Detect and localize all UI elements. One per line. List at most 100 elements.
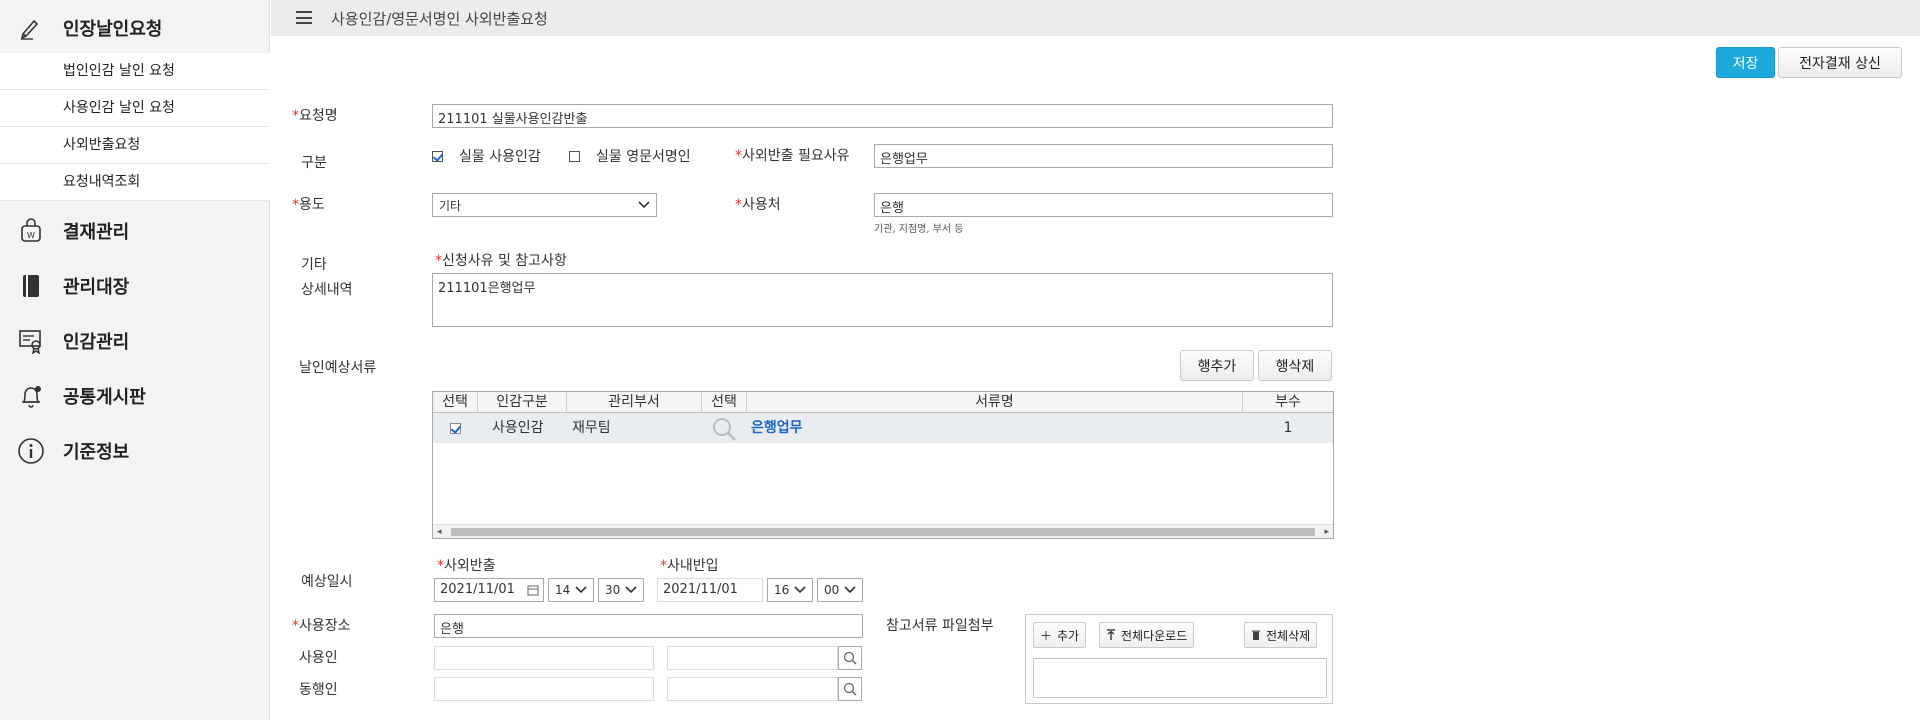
- delete-row-button[interactable]: 행삭제: [1258, 350, 1332, 381]
- purpose-select-value: 기타: [439, 198, 462, 213]
- search-icon[interactable]: [711, 416, 737, 441]
- plus-icon: ＋: [1040, 628, 1053, 643]
- info-icon: [16, 436, 46, 466]
- export-reason-label: *사외반출 필요사유: [735, 148, 850, 164]
- col-header-select[interactable]: 선택: [433, 392, 478, 413]
- reason-detail-label: *신청사유 및 참고사항: [435, 253, 567, 269]
- calendar-icon[interactable]: [527, 584, 539, 596]
- col-header-select2[interactable]: 선택: [702, 392, 747, 413]
- attach-download-all-button[interactable]: 전체다운로드: [1099, 622, 1195, 648]
- sidebar-item-export-request[interactable]: 사외반출요청: [0, 127, 270, 164]
- user-input[interactable]: [434, 646, 654, 670]
- sidebar-group-label: 인장날인요청: [63, 18, 163, 40]
- export-time-label: *사외반출: [437, 558, 496, 574]
- sidebar-group-board[interactable]: 공통게시판: [0, 368, 270, 423]
- sidebar-item-usage-seal[interactable]: 사용인감 날인 요청: [0, 90, 270, 127]
- menu-icon[interactable]: [296, 11, 312, 24]
- row-select-checkbox[interactable]: [450, 423, 461, 434]
- row-dept: 재무팀: [572, 420, 611, 436]
- certificate-icon: [16, 326, 46, 356]
- usage-place-input[interactable]: 은행: [874, 193, 1333, 217]
- page-title: 사용인감/영문서명인 사외반출요청: [331, 10, 548, 28]
- location-input[interactable]: 은행: [434, 614, 863, 638]
- book-icon: [16, 271, 46, 301]
- sidebar-group-master-data[interactable]: 기준정보: [0, 423, 270, 478]
- sidebar-group-approval[interactable]: W 결재관리: [0, 203, 270, 258]
- row-seal-type: 사용인감: [492, 420, 544, 436]
- return-minute-value: 00: [824, 583, 840, 597]
- return-time-label: *사내반입: [660, 558, 719, 574]
- export-minute-select[interactable]: 30: [598, 578, 644, 602]
- grid-header: 선택 인감구분 관리부서 선택 서류명 부수: [433, 392, 1333, 413]
- attachment-dropzone[interactable]: [1033, 658, 1327, 698]
- real-usage-seal-checkbox[interactable]: [432, 151, 443, 162]
- row-copies: 1: [1283, 420, 1293, 436]
- chevron-down-icon: [844, 586, 856, 594]
- purpose-label: *용도: [292, 197, 325, 213]
- sidebar-group-seal-management[interactable]: 인감관리: [0, 313, 270, 368]
- sidebar-group-ledger[interactable]: 관리대장: [0, 258, 270, 313]
- attach-add-button[interactable]: ＋ 추가: [1033, 622, 1087, 648]
- sidebar-group-label: 공통게시판: [63, 386, 146, 408]
- sidebar-item-request-history[interactable]: 요청내역조회: [0, 164, 270, 201]
- export-date-input[interactable]: 2021/11/01: [434, 578, 544, 602]
- companion-search-button[interactable]: [838, 677, 862, 701]
- scroll-left-icon[interactable]: ◂: [437, 527, 442, 537]
- scroll-right-icon[interactable]: ▸: [1324, 527, 1329, 537]
- return-date-input[interactable]: 2021/11/01: [657, 578, 763, 602]
- col-header-doc-name[interactable]: 서류명: [747, 392, 1243, 413]
- user-search-button[interactable]: [838, 646, 862, 670]
- search-icon: [843, 651, 857, 665]
- companion-label: 동행인: [299, 682, 338, 698]
- bell-icon: [16, 381, 46, 411]
- submit-approval-button[interactable]: 전자결재 상신: [1778, 47, 1902, 78]
- location-label: *사용장소: [292, 618, 351, 634]
- chevron-down-icon: [638, 201, 650, 209]
- col-header-copies[interactable]: 부수: [1243, 392, 1333, 413]
- sidebar-group-label: 기준정보: [63, 441, 130, 463]
- sidebar-group-seal-request[interactable]: 인장날인요청: [0, 0, 270, 55]
- return-hour-select[interactable]: 16: [767, 578, 813, 602]
- export-hour-select[interactable]: 14: [548, 578, 594, 602]
- chevron-down-icon: [794, 586, 806, 594]
- chevron-down-icon: [575, 586, 587, 594]
- attach-delete-all-button[interactable]: 전체삭제: [1244, 622, 1318, 648]
- col-header-seal-type[interactable]: 인감구분: [478, 392, 567, 413]
- sidebar-group-label: 인감관리: [63, 331, 130, 353]
- scrollbar-thumb[interactable]: [451, 528, 1315, 536]
- horizontal-scrollbar[interactable]: ◂ ▸: [433, 524, 1333, 538]
- real-english-signature-checkbox[interactable]: [569, 151, 580, 162]
- approval-bag-icon: W: [16, 216, 46, 246]
- submenu: 법인인감 날인 요청 사용인감 날인 요청 사외반출요청 요청내역조회: [0, 53, 270, 201]
- row-doc-name[interactable]: 은행업무: [751, 413, 803, 443]
- save-button[interactable]: 저장: [1716, 47, 1775, 78]
- reason-detail-textarea[interactable]: 211101은행업무: [432, 273, 1333, 327]
- usage-place-hint: 기관, 지점명, 부서 등: [874, 224, 964, 235]
- usage-place-label: *사용처: [735, 197, 781, 213]
- return-minute-select[interactable]: 00: [817, 578, 863, 602]
- export-hour-value: 14: [555, 583, 571, 597]
- export-minute-value: 30: [605, 583, 621, 597]
- table-row[interactable]: 사용인감 재무팀 은행업무 1: [433, 413, 1333, 443]
- request-name-label: *요청명: [292, 108, 338, 124]
- user-name-input[interactable]: [667, 646, 838, 670]
- user-label: 사용인: [299, 650, 338, 666]
- companion-input[interactable]: [434, 677, 654, 701]
- real-english-signature-label: 실물 영문서명인: [596, 149, 691, 165]
- return-hour-value: 16: [774, 583, 790, 597]
- documents-grid: 선택 인감구분 관리부서 선택 서류명 부수 사용인감 재무팀 은행업무 1 ◂…: [432, 391, 1334, 539]
- real-usage-seal-label: 실물 사용인감: [459, 149, 541, 165]
- col-header-dept[interactable]: 관리부서: [567, 392, 702, 413]
- attachments-label: 참고서류 파일첨부: [886, 618, 994, 634]
- export-reason-input[interactable]: 은행업무: [874, 144, 1333, 168]
- attach-delete-all-label: 전체삭제: [1266, 628, 1311, 643]
- sidebar-item-corporate-seal[interactable]: 법인인감 날인 요청: [0, 53, 270, 90]
- sidebar-group-label: 관리대장: [63, 276, 130, 298]
- request-name-input[interactable]: 211101 실물사용인감반출: [432, 104, 1333, 128]
- attach-add-label: 추가: [1057, 628, 1080, 643]
- download-icon: [1107, 629, 1115, 640]
- search-icon: [843, 682, 857, 696]
- purpose-select[interactable]: 기타: [432, 193, 657, 217]
- add-row-button[interactable]: 행추가: [1180, 350, 1254, 381]
- companion-name-input[interactable]: [667, 677, 838, 701]
